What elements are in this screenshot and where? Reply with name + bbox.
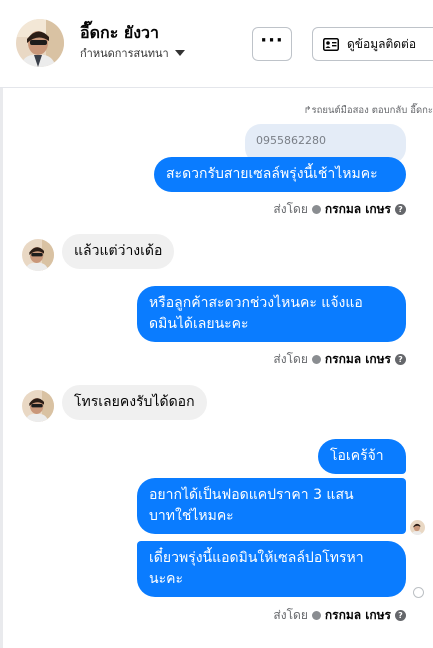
sent-status-icon <box>413 587 424 598</box>
view-contact-button[interactable]: ดูข้อมูลติดต่อ <box>312 27 433 61</box>
message-text-line: บาทใช่ไหมคะ <box>149 508 234 524</box>
contact-avatar-small[interactable] <box>22 390 54 422</box>
contact-avatar[interactable] <box>16 19 64 67</box>
help-icon[interactable]: ? <box>395 204 406 215</box>
message-text-line: หรือลูกค้าสะดวกช่วงไหนคะ แจ้งแอ <box>149 295 363 311</box>
message-bubble-outgoing[interactable]: โอเคร้จ้า <box>318 439 406 474</box>
sender-dot-icon <box>311 205 321 214</box>
sender-name: กรกมล เกษร <box>324 608 391 622</box>
schedule-conversation-dropdown[interactable]: กำหนดการสนทนา <box>80 44 185 62</box>
sent-by-row: ส่งโดย กรกมล เกษร ? <box>273 350 406 369</box>
sent-by-prefix: ส่งโดย <box>273 352 308 366</box>
schedule-conversation-label: กำหนดการสนทนา <box>80 47 169 60</box>
message-text: แล้วแต่ว่างเด้อ <box>74 243 163 259</box>
contact-name[interactable]: อี๊ดกะ ยังวา <box>80 21 159 46</box>
contact-avatar-small[interactable] <box>22 239 54 271</box>
message-text-line: ดมินได้เลยนะคะ <box>149 316 249 332</box>
message-bubble-incoming[interactable]: โทรเลยคงรับได้ดอก <box>62 385 207 420</box>
message-text: โอเคร้จ้า <box>330 448 384 464</box>
sender-dot-icon <box>311 355 321 364</box>
sent-by-row: ส่งโดย กรกมล เกษร ? <box>273 606 406 625</box>
help-icon[interactable]: ? <box>395 610 406 621</box>
reply-note: ↱รถยนต์มือสอง ตอบกลับ อี๊ดกะ <box>303 105 433 116</box>
sent-by-prefix: ส่งโดย <box>273 202 308 216</box>
message-text-line: อยากได้เป็นฟอดแคปราคา 3 แสน <box>149 487 354 503</box>
sender-name: กรกมล เกษร <box>324 202 391 216</box>
sent-by-prefix: ส่งโดย <box>273 608 308 622</box>
message-bubble-outgoing[interactable]: เดี๋ยวพรุ่งนี้แอดมินให้เซลล์ปอโทรหา นะคะ <box>137 541 406 597</box>
caret-down-icon <box>174 50 185 56</box>
left-border <box>0 0 3 648</box>
view-contact-label: ดูข้อมูลติดต่อ <box>347 36 417 51</box>
more-options-button[interactable]: ··· <box>252 27 292 61</box>
sent-by-row: ส่งโดย กรกมล เกษร ? <box>273 200 406 219</box>
help-icon[interactable]: ? <box>395 354 406 365</box>
message-text-line: นะคะ <box>149 571 183 587</box>
contact-card-icon <box>323 37 339 51</box>
more-icon: ··· <box>260 30 284 51</box>
conversation-header: อี๊ดกะ ยังวา กำหนดการสนทนา ··· ดูข้อมูลต… <box>0 0 433 88</box>
message-bubble-incoming[interactable]: แล้วแต่ว่างเด้อ <box>62 234 175 269</box>
message-text-line: เดี๋ยวพรุ่งนี้แอดมินให้เซลล์ปอโทรหา <box>149 550 364 566</box>
sender-name: กรกมล เกษร <box>324 352 391 366</box>
message-text: สะดวกรับสายเซลล์พรุ่งนี้เช้าไหมคะ <box>166 166 378 182</box>
message-text: โทรเลยคงรับได้ดอก <box>74 394 195 410</box>
message-bubble-outgoing[interactable]: สะดวกรับสายเซลล์พรุ่งนี้เช้าไหมคะ <box>154 157 406 192</box>
read-receipt-avatar <box>410 520 425 535</box>
sender-dot-icon <box>311 611 321 620</box>
message-bubble-outgoing[interactable]: หรือลูกค้าสะดวกช่วงไหนคะ แจ้งแอ ดมินได้เ… <box>137 286 406 342</box>
message-bubble-outgoing[interactable]: อยากได้เป็นฟอดแคปราคา 3 แสน บาทใช่ไหมคะ <box>137 478 406 534</box>
